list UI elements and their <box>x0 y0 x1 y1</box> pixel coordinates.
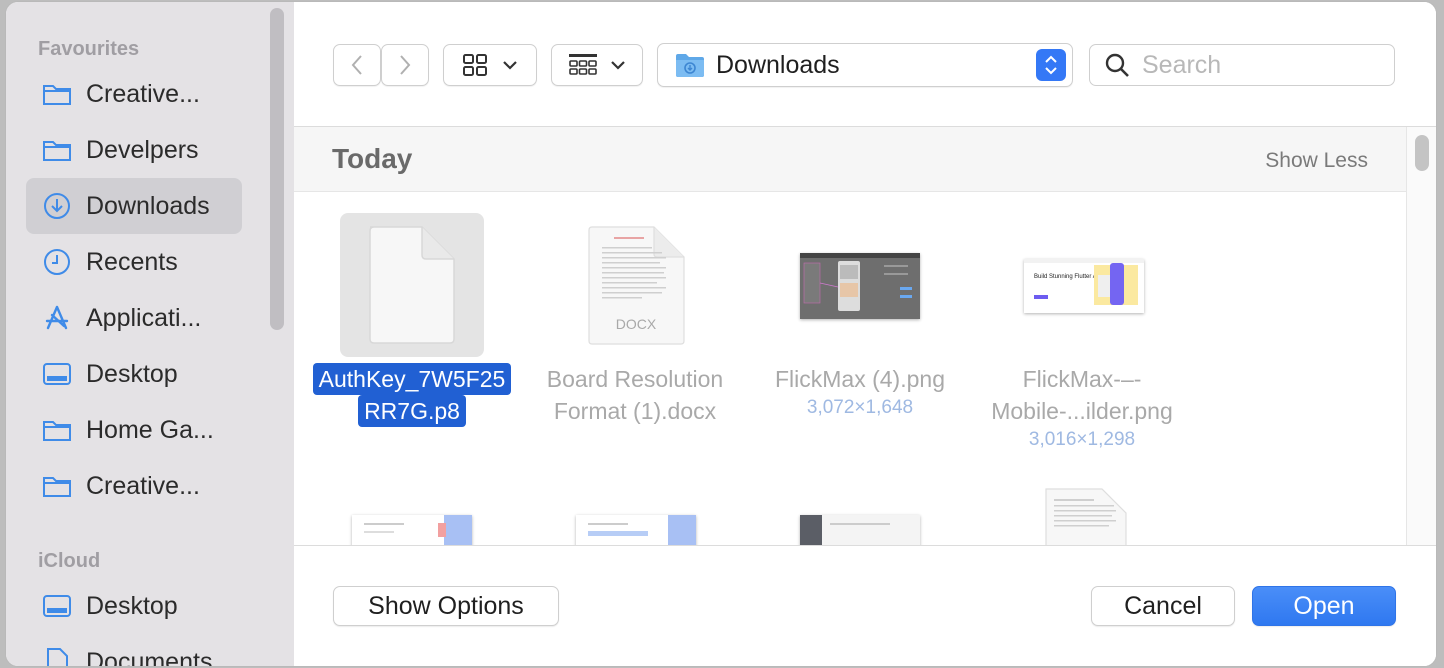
sidebar-item-applications[interactable]: Applicati... <box>26 290 242 346</box>
file-thumbnail-row2-2[interactable] <box>576 515 696 545</box>
file-thumbnail-docx[interactable]: DOCX <box>584 223 688 347</box>
sidebar-scrollbar[interactable] <box>270 8 284 330</box>
back-button[interactable] <box>333 44 381 86</box>
search-input[interactable] <box>1140 49 1374 81</box>
folder-icon <box>42 79 72 109</box>
file-name: FlickMax-–- <box>1022 366 1142 392</box>
document-file-icon <box>1045 488 1127 545</box>
image-thumbnail <box>800 253 920 319</box>
main-panel: Downloads Today Show Less <box>294 2 1436 666</box>
sidebar-item-label: Home Ga... <box>86 415 214 444</box>
image-thumbnail: Build Stunning Flutter Apps in Minutes <box>1024 259 1144 313</box>
file-browser: Today Show Less AuthKey_7W5F25 RR7G.p8 D… <box>294 127 1436 545</box>
file-dimensions: 3,016×1,298 <box>1028 429 1136 450</box>
cancel-button[interactable]: Cancel <box>1091 586 1235 626</box>
show-options-button[interactable]: Show Options <box>333 586 559 626</box>
file-item-authkey[interactable]: AuthKey_7W5F25 RR7G.p8 <box>297 363 527 427</box>
location-stepper-icon <box>1036 49 1066 81</box>
dialog-footer: Show Options Cancel Open <box>294 545 1436 666</box>
chevron-left-icon <box>351 55 362 75</box>
generic-file-icon <box>369 226 455 344</box>
folder-icon <box>42 135 72 165</box>
view-mode-button[interactable] <box>443 44 537 86</box>
sidebar-item-label: Applicati... <box>86 303 202 332</box>
clock-icon <box>42 247 72 277</box>
sidebar-item-label: Downloads <box>86 191 210 220</box>
sidebar-item-label: Creative... <box>86 79 200 108</box>
sidebar-item-recents[interactable]: Recents <box>26 234 242 290</box>
file-thumbnail-row2-1[interactable] <box>352 515 472 545</box>
desktop-icon <box>42 359 72 389</box>
sidebar-item-home-ga[interactable]: Home Ga... <box>26 402 242 458</box>
file-name: FlickMax (4).png <box>775 366 945 392</box>
file-name-line2: RR7G.p8 <box>358 395 466 427</box>
scroll-thumb[interactable] <box>1415 135 1429 171</box>
sidebar-item-label: Documents <box>86 647 213 667</box>
sidebar-item-label: Develpers <box>86 135 199 164</box>
desktop-icon <box>42 591 72 621</box>
toolbar: Downloads <box>294 2 1436 127</box>
applications-icon <box>42 303 72 333</box>
file-dimensions: 3,072×1,648 <box>806 397 914 418</box>
section-title: Today <box>332 143 413 174</box>
location-label: Downloads <box>716 50 840 79</box>
sidebar-item-creative-1[interactable]: Creative... <box>26 66 242 122</box>
favourites-heading: Favourites <box>38 38 140 60</box>
docx-file-icon: DOCX <box>588 226 685 345</box>
download-icon <box>42 191 72 221</box>
file-thumbnail-authkey[interactable] <box>340 213 484 357</box>
file-item-board-resolution[interactable]: Board Resolution Format (1).docx <box>520 363 750 427</box>
forward-button[interactable] <box>381 44 429 86</box>
show-less-button[interactable]: Show Less <box>1265 149 1368 173</box>
sidebar-item-label: Desktop <box>86 359 178 388</box>
file-thumbnail-flickmax-builder[interactable]: Build Stunning Flutter Apps in Minutes <box>1024 259 1144 313</box>
sidebar-item-creative-2[interactable]: Creative... <box>26 458 242 514</box>
file-name: Board Resolution <box>546 366 724 392</box>
file-name-line2: Format (1).docx <box>553 398 717 424</box>
docx-badge: DOCX <box>616 316 657 332</box>
folder-icon <box>42 471 72 501</box>
icloud-heading: iCloud <box>38 550 101 572</box>
file-thumbnail-row2-3[interactable] <box>800 515 920 545</box>
search-icon <box>1104 52 1130 78</box>
file-name: AuthKey_7W5F25 <box>312 363 512 395</box>
group-by-button[interactable] <box>551 44 643 86</box>
group-icon <box>569 54 597 75</box>
sidebar: Favourites Creative... Develpers Downloa… <box>6 2 295 666</box>
downloads-folder-icon <box>674 51 706 79</box>
file-name-line2: Mobile-...ilder.png <box>991 398 1173 424</box>
file-thumbnail-flickmax-4[interactable] <box>800 253 920 319</box>
vertical-scrollbar[interactable] <box>1406 127 1436 545</box>
chevron-right-icon <box>400 55 411 75</box>
sidebar-item-icloud-desktop[interactable]: Desktop <box>26 578 242 634</box>
chevron-down-icon <box>611 61 625 70</box>
sidebar-item-icloud-documents[interactable]: Documents <box>26 634 242 666</box>
sidebar-item-develpers[interactable]: Develpers <box>26 122 242 178</box>
sidebar-item-desktop[interactable]: Desktop <box>26 346 242 402</box>
document-icon <box>42 647 72 666</box>
open-file-dialog: Favourites Creative... Develpers Downloa… <box>6 2 1436 666</box>
sidebar-item-label: Desktop <box>86 591 178 620</box>
image-thumbnail <box>352 515 472 545</box>
location-popup[interactable]: Downloads <box>657 43 1073 87</box>
folder-icon <box>42 415 72 445</box>
file-item-flickmax-4[interactable]: FlickMax (4).png 3,072×1,648 <box>745 363 975 421</box>
image-thumbnail <box>800 515 920 545</box>
section-header: Today Show Less <box>294 127 1406 192</box>
sidebar-item-label: Recents <box>86 247 178 276</box>
open-button[interactable]: Open <box>1252 586 1396 626</box>
icon-view-icon <box>463 54 487 76</box>
sidebar-item-downloads[interactable]: Downloads <box>26 178 242 234</box>
search-field[interactable] <box>1089 44 1395 86</box>
sidebar-item-label: Creative... <box>86 471 200 500</box>
file-item-flickmax-builder[interactable]: FlickMax-–- Mobile-...ilder.png 3,016×1,… <box>967 363 1197 453</box>
chevron-down-icon <box>503 61 517 70</box>
image-thumbnail <box>576 515 696 545</box>
file-thumbnail-row2-4[interactable] <box>1040 485 1130 545</box>
